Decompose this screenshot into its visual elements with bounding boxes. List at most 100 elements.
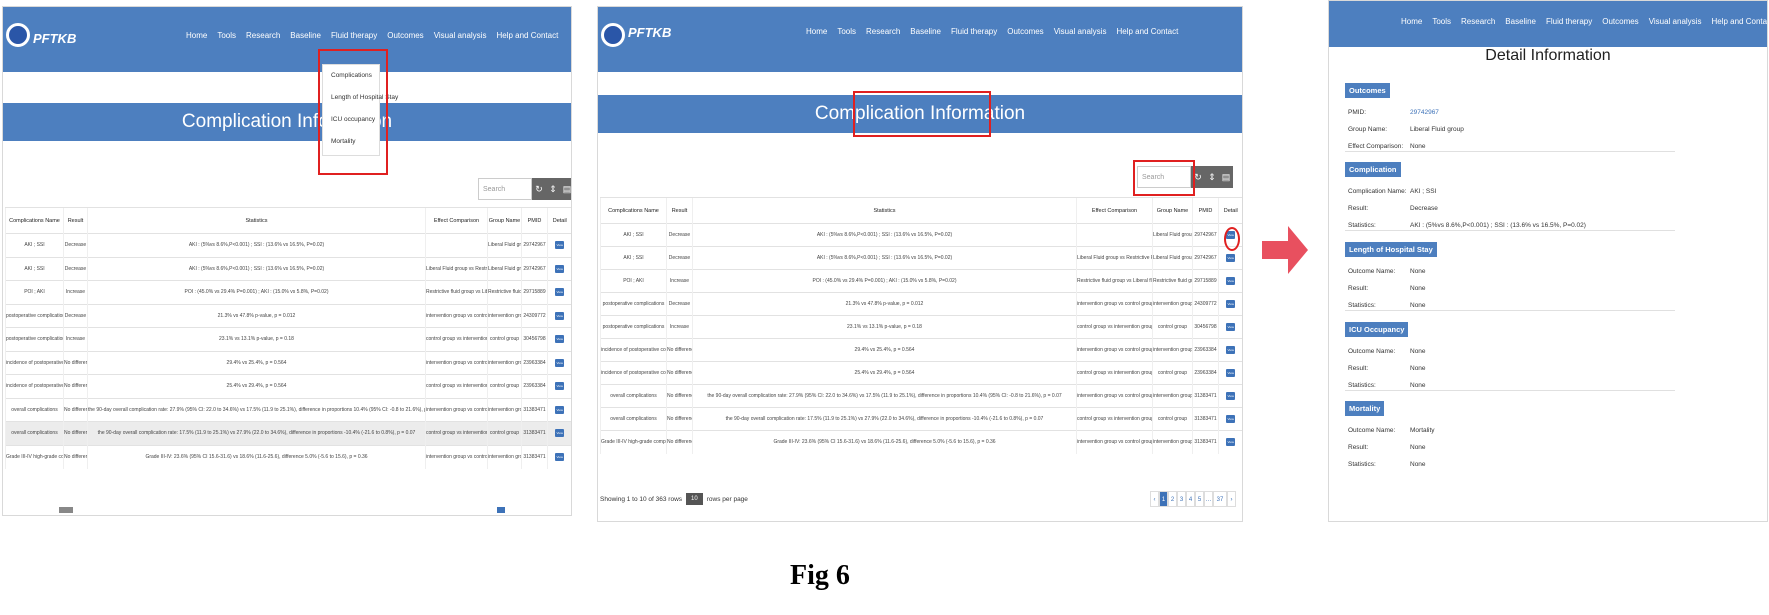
- view-button[interactable]: View: [1226, 254, 1236, 262]
- view-button[interactable]: View: [1226, 415, 1236, 423]
- columns-icon[interactable]: ⇕: [546, 178, 560, 200]
- view-button[interactable]: View: [555, 288, 565, 297]
- nav-fluid-therapy[interactable]: Fluid therapy: [951, 27, 997, 36]
- nav-outcomes[interactable]: Outcomes: [387, 31, 423, 40]
- export-icon[interactable]: ▤: [560, 178, 571, 200]
- nav-research[interactable]: Research: [246, 31, 280, 40]
- page-2[interactable]: 2: [1168, 491, 1177, 507]
- pmid-link[interactable]: 29742967: [1410, 109, 1439, 116]
- nav-outcomes[interactable]: Outcomes: [1602, 17, 1638, 26]
- view-button[interactable]: View: [555, 382, 565, 391]
- table-row: POI ; AKI Increase POI : (45.0% vs 29.4% P…: [5, 280, 571, 304]
- page-3[interactable]: 3: [1177, 491, 1186, 507]
- mort-result-label: Result:: [1348, 444, 1369, 451]
- view-button[interactable]: View: [555, 429, 565, 438]
- page-indicator[interactable]: [497, 507, 505, 513]
- cell-stats: 29.4% vs 25.4%, p = 0.564: [692, 338, 1077, 362]
- icu-stats-row: Statistics: None: [1348, 377, 1426, 394]
- nav-baseline[interactable]: Baseline: [290, 31, 321, 40]
- nav-home[interactable]: Home: [186, 31, 207, 40]
- pmid-label: PMID:: [1348, 109, 1367, 116]
- nav-tools[interactable]: Tools: [837, 27, 856, 36]
- comp-stats-label: Statistics:: [1348, 222, 1376, 229]
- column-header[interactable]: PMID: [1192, 197, 1219, 224]
- nav-baseline[interactable]: Baseline: [1505, 17, 1536, 26]
- nav-visual-analysis[interactable]: Visual analysis: [434, 31, 487, 40]
- view-button[interactable]: View: [1226, 369, 1236, 377]
- nav-help[interactable]: Help and Contact: [1116, 27, 1178, 36]
- nav-help[interactable]: Help and Contact: [496, 31, 558, 40]
- search-input[interactable]: Search: [478, 178, 532, 200]
- column-header[interactable]: Effect Comparison: [425, 207, 488, 234]
- nav-home[interactable]: Home: [806, 27, 827, 36]
- page-37[interactable]: 37: [1213, 491, 1227, 507]
- cell-group: Liberal Fluid group: [1152, 223, 1193, 247]
- view-button[interactable]: View: [555, 453, 565, 461]
- nav-tools[interactable]: Tools: [217, 31, 236, 40]
- view-button[interactable]: View: [555, 405, 565, 414]
- cell-result: Increase: [63, 327, 88, 351]
- nav-outcomes[interactable]: Outcomes: [1007, 27, 1043, 36]
- view-button[interactable]: View: [1226, 277, 1236, 285]
- cell-pmid: 31383471: [521, 421, 548, 445]
- nav-fluid-therapy[interactable]: Fluid therapy: [331, 31, 377, 40]
- cell-detail: View: [547, 444, 571, 469]
- column-header[interactable]: Group Name: [487, 207, 522, 234]
- cell-stats: Grade III-IV: 23.6% (95% CI 15.6-31.6) v…: [692, 430, 1077, 454]
- column-header[interactable]: Statistics: [692, 197, 1077, 224]
- refresh-icon[interactable]: ↻: [532, 178, 546, 200]
- cell-detail: View: [1218, 384, 1242, 408]
- table-row: overall complicationsNo differencethe 90…: [5, 397, 571, 422]
- nav-baseline[interactable]: Baseline: [910, 27, 941, 36]
- page-prev[interactable]: ‹: [1150, 491, 1159, 507]
- nav-help[interactable]: Help and Contact: [1711, 17, 1767, 26]
- nav-research[interactable]: Research: [1461, 17, 1495, 26]
- brand-name[interactable]: PFTKB: [33, 31, 76, 46]
- nav-home[interactable]: Home: [1401, 17, 1422, 26]
- view-button[interactable]: View: [555, 335, 565, 344]
- page-next[interactable]: ›: [1227, 491, 1236, 507]
- column-header[interactable]: PMID: [521, 207, 548, 234]
- column-header[interactable]: Result: [63, 207, 88, 234]
- cell-result: No difference: [666, 361, 693, 385]
- view-button[interactable]: View: [1226, 438, 1236, 447]
- nav-visual-analysis[interactable]: Visual analysis: [1649, 17, 1702, 26]
- view-button[interactable]: View: [1226, 392, 1236, 400]
- view-button[interactable]: View: [555, 241, 565, 250]
- cell-result: Increase: [666, 315, 693, 339]
- nav-tools[interactable]: Tools: [1432, 17, 1451, 26]
- cell-result: Increase: [666, 269, 693, 293]
- brand-name[interactable]: PFTKB: [628, 25, 671, 40]
- view-button[interactable]: View: [1226, 346, 1236, 354]
- column-header[interactable]: Effect Comparison: [1076, 197, 1153, 224]
- export-icon[interactable]: ▤: [1219, 166, 1233, 188]
- view-button[interactable]: View: [1226, 323, 1236, 331]
- cell-effect: control group vs intervention group: [425, 421, 488, 445]
- view-button[interactable]: View: [1226, 300, 1236, 308]
- cell-group: control group: [487, 421, 522, 445]
- cell-name: AKI ; SSI: [5, 233, 64, 257]
- page-1[interactable]: 1: [1159, 491, 1168, 507]
- cell-pmid: 31383471: [521, 397, 548, 422]
- page-4[interactable]: 4: [1186, 491, 1195, 507]
- nav-research[interactable]: Research: [866, 27, 900, 36]
- nav-visual-analysis[interactable]: Visual analysis: [1054, 27, 1107, 36]
- view-button[interactable]: View: [555, 358, 565, 367]
- columns-icon[interactable]: ⇕: [1205, 166, 1219, 188]
- column-header[interactable]: Detail: [547, 207, 571, 234]
- view-button[interactable]: View: [555, 264, 565, 273]
- column-header[interactable]: Statistics: [87, 207, 426, 234]
- cell-effect: Restrictive fluid group vs Liberal fluid…: [1076, 269, 1153, 293]
- column-header[interactable]: Group Name: [1152, 197, 1193, 224]
- view-button[interactable]: View: [555, 311, 565, 320]
- cell-result: No difference: [63, 397, 88, 422]
- nav-fluid-therapy[interactable]: Fluid therapy: [1546, 17, 1592, 26]
- page-size-select[interactable]: 10: [686, 493, 703, 505]
- column-header[interactable]: Complications Name: [5, 207, 64, 234]
- column-header[interactable]: Complications Name: [600, 197, 667, 224]
- column-header[interactable]: Result: [666, 197, 693, 224]
- scrollbar-thumb[interactable]: [59, 507, 73, 513]
- cell-result: Decrease: [63, 303, 88, 328]
- page-5[interactable]: 5: [1195, 491, 1204, 507]
- column-header[interactable]: Detail: [1218, 197, 1242, 224]
